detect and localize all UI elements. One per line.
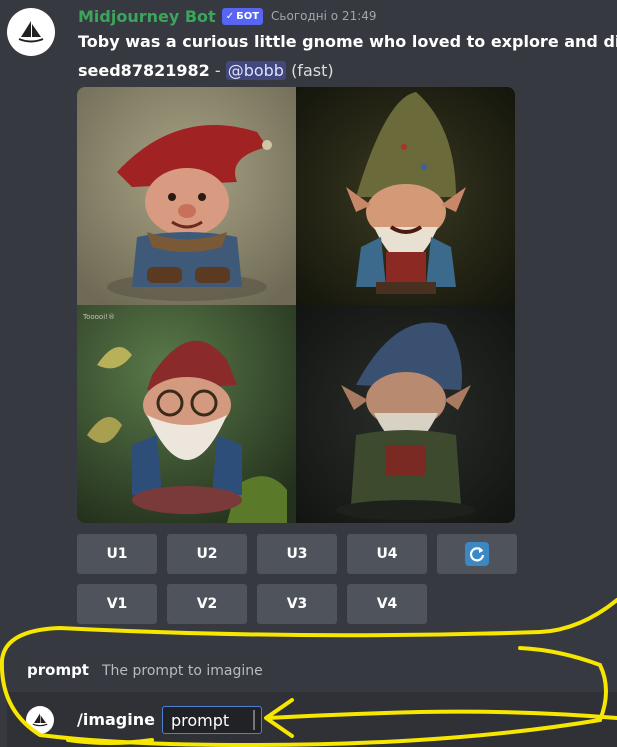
bot-badge-label: БОТ (236, 10, 260, 22)
speed-label: (fast) (291, 61, 334, 80)
author-name[interactable]: Midjourney Bot (78, 7, 216, 26)
image-watermark: Tooooi!® (83, 313, 115, 321)
refresh-icon (465, 542, 489, 566)
image-tile-2[interactable] (296, 87, 515, 305)
upscale-button-2[interactable]: U2 (167, 534, 247, 574)
image-tile-1[interactable] (77, 87, 296, 305)
image-grid[interactable]: Tooooi!® (77, 87, 515, 523)
upscale-button-4[interactable]: U4 (347, 534, 427, 574)
prompt-param-input[interactable]: prompt (162, 706, 262, 734)
image-tile-4[interactable] (296, 305, 515, 523)
message-title: Toby was a curious little gnome who love… (78, 32, 617, 51)
bot-avatar[interactable] (7, 8, 55, 56)
upscale-button-3[interactable]: U3 (257, 534, 337, 574)
image-tile-3[interactable]: Tooooi!® (77, 305, 296, 523)
message-timestamp: Сьогодні о 21:49 (271, 9, 377, 23)
user-mention[interactable]: @bobb (225, 61, 286, 80)
slash-command[interactable]: /imagine (77, 710, 155, 729)
separator: - (209, 61, 226, 80)
bot-badge: ✓ БОТ (221, 7, 264, 25)
param-label: prompt (171, 711, 230, 730)
variation-button-1[interactable]: V1 (77, 584, 157, 624)
variation-button-4[interactable]: V4 (347, 584, 427, 624)
reroll-button[interactable] (437, 534, 517, 574)
seed-text: seed87821982 (78, 61, 210, 80)
text-cursor (253, 710, 255, 730)
check-icon: ✓ (225, 10, 235, 22)
message-header: Midjourney Bot ✓ БОТ Сьогодні о 21:49 (78, 5, 377, 27)
option-hint-row[interactable]: prompt The prompt to imagine (7, 652, 617, 692)
option-name: prompt (27, 661, 89, 679)
variation-button-3[interactable]: V3 (257, 584, 337, 624)
upscale-button-1[interactable]: U1 (77, 534, 157, 574)
command-bot-avatar (26, 706, 54, 734)
message-meta: seed87821982 - @bobb (fast) (78, 61, 334, 80)
option-description: The prompt to imagine (102, 663, 263, 679)
sailboat-logo-icon (32, 713, 48, 727)
command-panel: prompt The prompt to imagine (7, 652, 617, 747)
variation-button-2[interactable]: V2 (167, 584, 247, 624)
sailboat-logo-icon (18, 21, 44, 43)
